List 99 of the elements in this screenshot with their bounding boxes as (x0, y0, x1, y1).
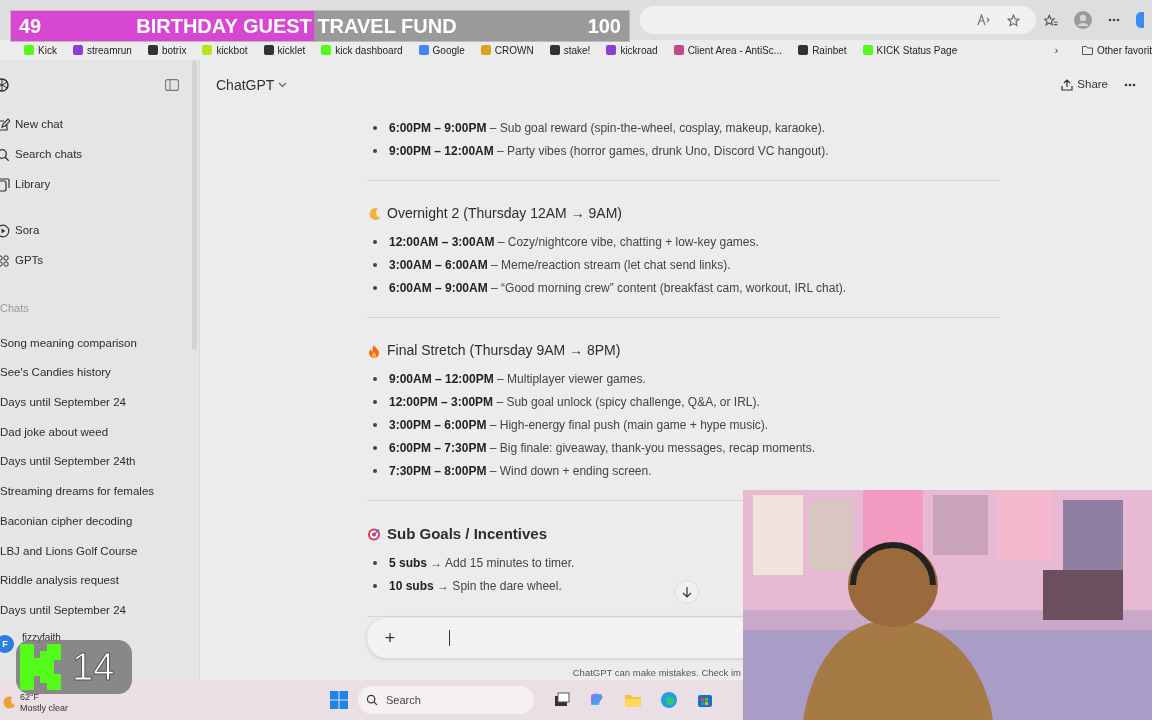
chat-history-item[interactable]: Days until September 24 (0, 387, 199, 418)
bookmark-link[interactable]: KICK Status Page (862, 42, 958, 58)
task-view-icon[interactable] (552, 691, 570, 709)
taskbar-search-field[interactable]: Search (358, 686, 534, 714)
bullet-icon (373, 125, 377, 130)
more-icon[interactable] (1124, 83, 1136, 87)
bullet-icon (373, 468, 377, 473)
chat-history-item[interactable]: Song meaning comparison (0, 328, 199, 359)
bullet-icon (373, 239, 377, 244)
target-icon (367, 527, 381, 542)
section-heading: Chats (0, 301, 30, 316)
more-icon[interactable] (1108, 18, 1120, 22)
scroll-down-button[interactable] (675, 580, 699, 604)
chat-history-item[interactable]: Riddle analysis request (0, 566, 199, 596)
list-item-text: 10 subs → Spin the dare wheel. (389, 578, 562, 595)
list-item-text: 5 subs → Add 15 minutes to timer. (389, 555, 575, 572)
sidebar-item[interactable]: Sora (0, 216, 199, 246)
chevron-right-icon[interactable]: › (1046, 42, 1066, 58)
text-cursor (449, 630, 450, 646)
list-item-text: 12:00PM – 3:00PM – Sub goal unlock (spicy challenge, Q&A, or IRL). (389, 393, 760, 411)
bookmark-link[interactable]: kickbot (202, 42, 248, 58)
section-heading: Overnight 2 (Thursday 12AM → 9AM) (387, 204, 622, 223)
sidebar-item[interactable]: Library (0, 170, 199, 200)
new-chat-icon (0, 118, 10, 132)
follower-count: 14 (72, 644, 115, 690)
bullet-icon (373, 285, 377, 290)
bullet-icon (373, 376, 377, 381)
disclaimer-text: ChatGPT can make mistakes. Check im (571, 666, 742, 680)
library-icon (0, 178, 10, 192)
bullet-icon (373, 584, 377, 588)
list-item-text: 6:00PM – 7:30PM – Big finale: giveaway, thank-you messages, recap moments. (389, 439, 815, 457)
read-aloud-icon[interactable] (977, 14, 991, 26)
bullet-icon (373, 399, 377, 404)
bullet-icon (373, 445, 377, 450)
bookmark-link[interactable]: streamrun (72, 42, 132, 58)
scrollbar-thumb[interactable] (192, 60, 197, 350)
bookmark-link[interactable]: stake! (549, 42, 591, 58)
bullet-icon (373, 148, 377, 153)
favorites-icon[interactable] (1044, 13, 1058, 27)
bookmark-link[interactable]: Client Area - AntiSc... (673, 42, 783, 58)
bullet-icon (373, 422, 377, 427)
bookmark-link[interactable]: kicklet (263, 42, 306, 58)
list-item-text: 12:00AM – 3:00AM – Cozy/nightcore vibe, chatting + low-key games. (389, 233, 759, 251)
add-button[interactable]: + (383, 624, 397, 652)
list-item-text: 6:00PM – 9:00PM – Sub goal reward (spin-the-wheel, cosplay, makeup, karaoke). (389, 119, 825, 137)
bookmark-link[interactable]: Kick (24, 42, 57, 58)
edge-browser-icon[interactable] (660, 691, 678, 709)
kick-logo-icon (20, 644, 62, 690)
sidebar-item[interactable]: New chat (0, 110, 199, 140)
star-icon[interactable] (1007, 13, 1020, 27)
goal-current: 49 (19, 14, 42, 39)
chat-history-item[interactable]: Streaming dreams for females (0, 476, 199, 507)
search-icon (0, 148, 10, 162)
chat-history-item[interactable]: Dad joke about weed (0, 417, 199, 448)
windows-start-icon[interactable] (330, 691, 348, 709)
chat-history-item[interactable]: Days until September 24th (0, 447, 199, 477)
sidebar-item[interactable]: Search chats (0, 140, 199, 170)
copilot-icon[interactable] (1136, 12, 1144, 28)
sidebar-toggle-icon[interactable] (165, 79, 179, 91)
arrow-down-icon (682, 586, 692, 598)
chevron-down-icon (278, 82, 288, 88)
chat-history-item[interactable]: LBJ and Lions Golf Course (0, 536, 199, 566)
share-icon (1061, 79, 1074, 91)
list-item-text: 9:00PM – 12:00AM – Party vibes (horror games, drunk Uno, Discord VC hangout). (389, 142, 829, 160)
list-item-text: 7:30PM – 8:00PM – Wind down + ending screen. (389, 462, 652, 480)
bookmark-link[interactable]: Rainbet (798, 42, 847, 58)
share-button[interactable]: Share (1061, 76, 1108, 94)
sidebar-item[interactable]: GPTs (0, 246, 199, 276)
bookmark-link[interactable]: botrix (147, 42, 187, 58)
bullet-icon (373, 561, 377, 565)
list-item-text: 3:00AM – 6:00AM – Meme/reaction stream (let chat send links). (389, 256, 731, 274)
profile-avatar[interactable] (1074, 11, 1092, 29)
user-avatar[interactable]: F (0, 635, 14, 654)
model-selector[interactable]: ChatGPT (216, 74, 288, 96)
chat-history-item[interactable]: Days until September 24 (0, 595, 199, 626)
bookmark-link[interactable]: Google (418, 42, 465, 58)
play-icon (0, 224, 10, 238)
folder-icon (1081, 45, 1093, 55)
list-item-text: 6:00AM – 9:00AM – “Good morning crew” content (breakfast cam, workout, IRL chat). (389, 279, 847, 297)
bookmark-link[interactable]: CROWN (480, 42, 534, 58)
goal-target: 100 (587, 14, 621, 39)
list-item-text: 9:00AM – 12:00PM – Multiplayer viewer games. (389, 370, 646, 388)
search-icon (366, 694, 378, 706)
temperature-text: 62°F (20, 692, 41, 703)
chat-history-item[interactable]: Baconian cipher decoding (0, 506, 199, 537)
list-item-text: 3:00PM – 6:00PM – High-energy final push (main game + hype music). (389, 416, 769, 434)
goal-title: BIRTHDAY GUEST TRAVEL FUND (136, 14, 457, 39)
chat-history-item[interactable]: See's Candies history (0, 358, 199, 388)
bookmark-link[interactable]: kickroad (606, 42, 658, 58)
section-heading: Sub Goals / Incentives (387, 524, 548, 544)
user-name: fizzyfaith (22, 630, 61, 645)
grid-icon (0, 254, 10, 268)
moon-icon (367, 206, 381, 221)
bookmark-link[interactable]: kick dashboard (321, 42, 403, 58)
section-heading: Final Stretch (Thursday 9AM → 8PM) (387, 341, 621, 360)
bookmark-folder[interactable]: Other favorit (1081, 42, 1152, 58)
fire-icon (367, 343, 381, 358)
weather-text: Mostly clear (20, 703, 68, 714)
bullet-icon (373, 262, 377, 267)
